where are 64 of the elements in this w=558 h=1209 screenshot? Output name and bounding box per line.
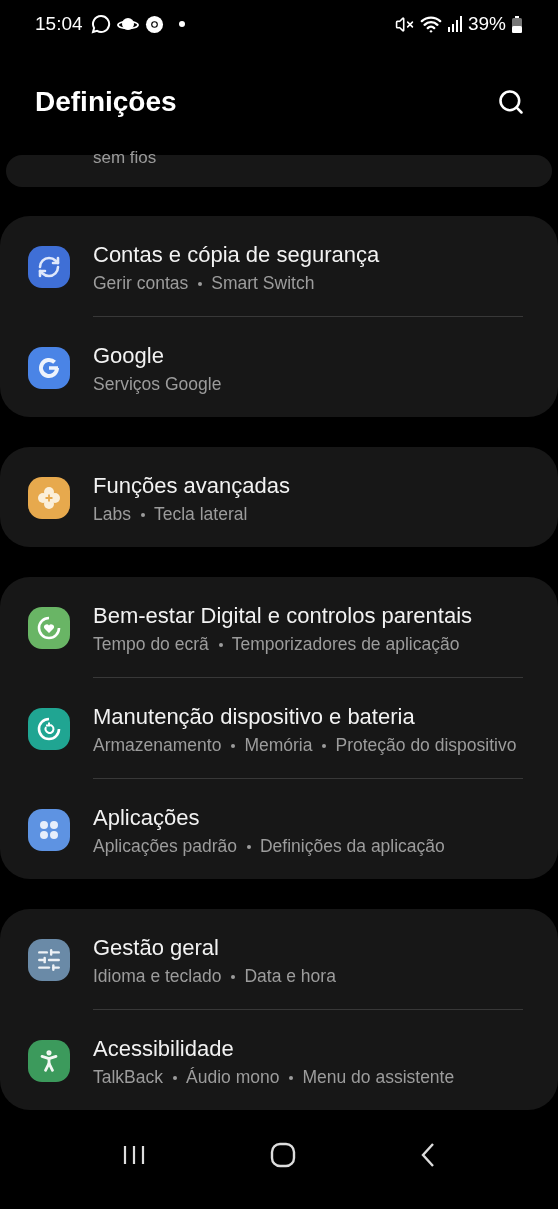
chat-bubble-icon	[90, 14, 111, 34]
page-title: Definições	[35, 85, 178, 118]
item-title: Acessibilidade	[93, 1034, 235, 1062]
separator-dot-icon	[231, 974, 236, 979]
item-subtitle: Áudio mono	[186, 1066, 280, 1087]
item-subtitle: Armazenamento	[93, 734, 222, 755]
item-subtitle: Smart Switch	[211, 272, 315, 293]
status-time: 15:04	[35, 13, 83, 35]
item-title: Contas e cópia de segurança	[93, 240, 381, 268]
item-subtitle: Gerir contas	[93, 272, 189, 293]
item-subtitle: Idioma e teclado	[93, 965, 222, 986]
item-subtitle: Tecla lateral	[153, 503, 248, 524]
settings-item[interactable]: Funções avançadas Labs Tecla lateral	[0, 447, 558, 547]
sync-icon	[37, 255, 61, 279]
settings-item[interactable]: Gestão geral Idioma e teclado Data e hora	[0, 909, 558, 1009]
settings-item[interactable]: Bem-estar Digital e controlos parentais Tempo do ecrã Temporizadores de aplicação	[0, 577, 558, 677]
planet-icon	[116, 15, 139, 33]
flower-icon	[36, 485, 62, 511]
separator-dot-icon	[198, 281, 203, 286]
separator-dot-icon	[289, 1075, 294, 1080]
g-icon	[37, 356, 61, 380]
item-subtitle: Aplicações padrão	[93, 835, 237, 856]
settings-item[interactable]: Manutenção dispositivo e bateria Armazenamento Memória Proteção do dispositivo	[0, 678, 558, 778]
refresh-circle-icon	[35, 715, 63, 743]
item-subtitle: Memória	[244, 734, 313, 755]
apps-icon	[37, 818, 61, 842]
item-subtitle: Labs	[93, 503, 131, 524]
separator-dot-icon	[218, 642, 223, 647]
settings-item[interactable]: Google Serviços Google	[0, 317, 558, 417]
sliders-icon	[36, 947, 62, 973]
browser-icon	[144, 14, 164, 34]
item-subtitle: Tempo do ecrã	[93, 633, 209, 654]
back-button[interactable]	[420, 1142, 436, 1168]
wifi-icon	[419, 13, 442, 35]
signal-icon	[447, 16, 462, 32]
separator-dot-icon	[322, 743, 327, 748]
item-title: Gestão geral	[93, 933, 220, 961]
separator-dot-icon	[231, 743, 236, 748]
item-subtitle: TalkBack	[93, 1066, 164, 1087]
mute-icon	[394, 14, 414, 34]
item-title: Funções avançadas	[93, 471, 291, 499]
item-title: Manutenção dispositivo e bateria	[93, 702, 416, 730]
item-title: Google	[93, 341, 165, 369]
item-title: Bem-estar Digital e controlos parentais	[93, 601, 474, 629]
battery-percent: 39%	[467, 13, 506, 35]
item-subtitle: Data e hora	[244, 965, 336, 986]
heart-icon	[35, 614, 63, 642]
settings-item[interactable]: Contas e cópia de segurança Gerir contas Smart Switch	[0, 216, 558, 316]
home-button[interactable]	[270, 1142, 296, 1168]
notification-dot-icon	[177, 20, 186, 28]
item-subtitle: Proteção do dispositivo	[335, 734, 517, 755]
item-subtitle: Definições da aplicação	[260, 835, 445, 856]
settings-item[interactable]: Aplicações Aplicações padrão Definições da aplicação	[0, 779, 558, 879]
separator-dot-icon	[140, 512, 145, 517]
recent-apps-button[interactable]	[122, 1144, 146, 1166]
item-subtitle: Menu do assistente	[302, 1066, 455, 1087]
search-button[interactable]	[497, 87, 525, 116]
item-title: Aplicações	[93, 803, 201, 831]
item-subtitle: Temporizadores de aplicação	[231, 633, 460, 654]
separator-dot-icon	[173, 1075, 178, 1080]
battery-icon	[512, 15, 522, 33]
item-subtitle: Serviços Google	[93, 373, 222, 394]
settings-item[interactable]: Acessibilidade TalkBack Áudio mono Menu do assistente	[0, 1010, 558, 1110]
separator-dot-icon	[247, 844, 251, 849]
